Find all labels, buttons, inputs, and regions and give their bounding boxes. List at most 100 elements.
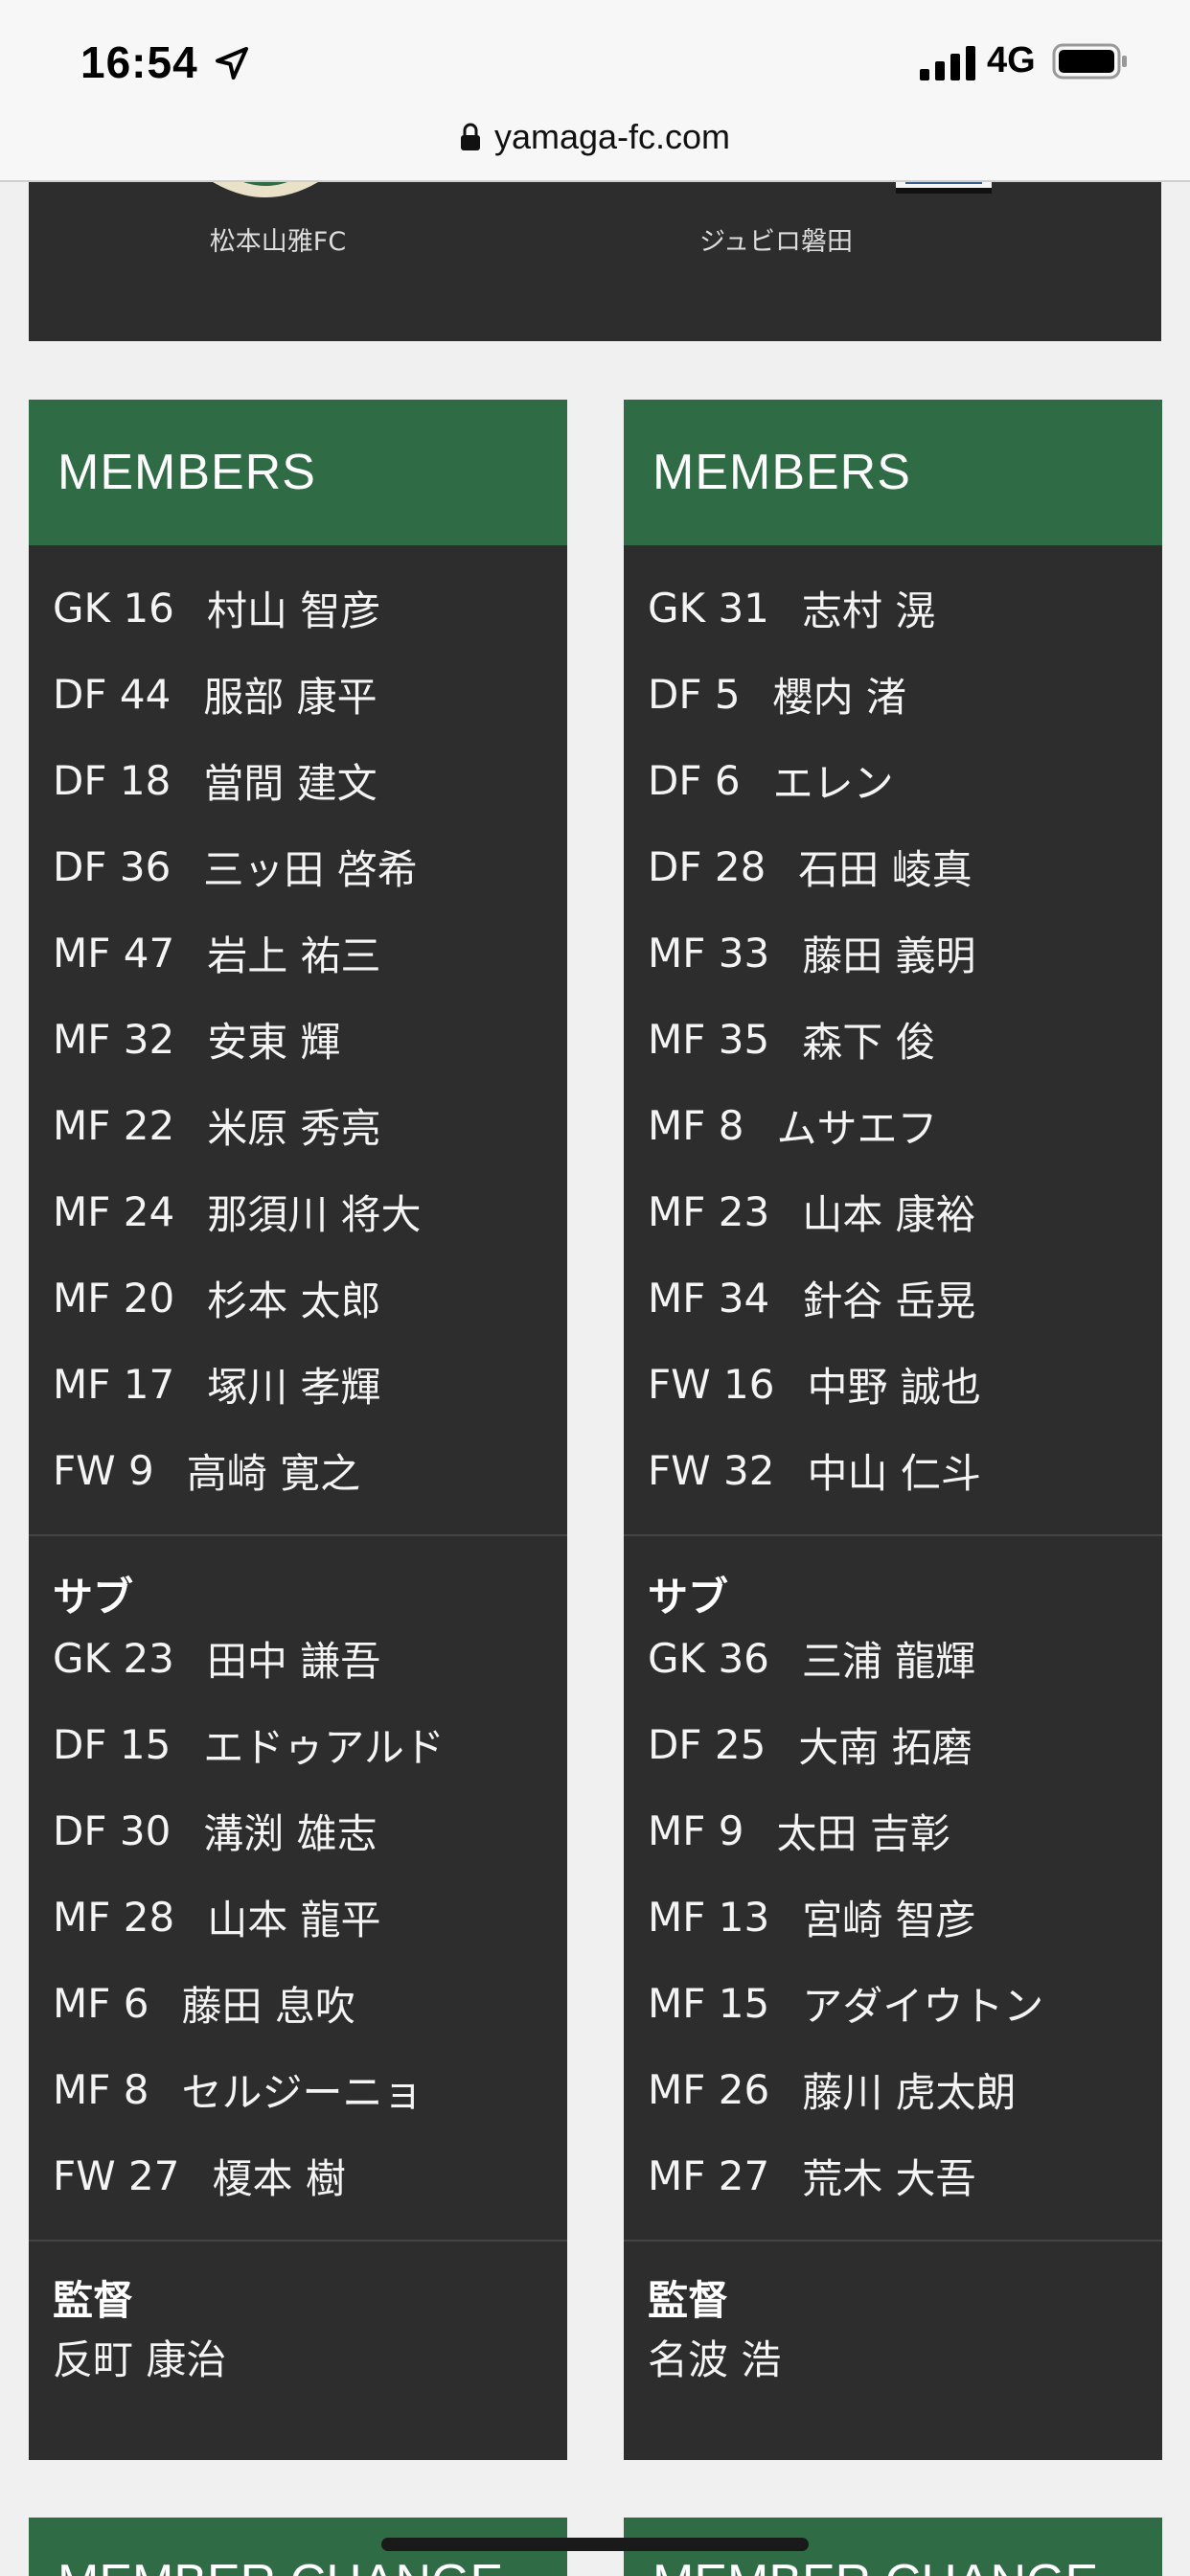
player-name: 藤田 義明 bbox=[802, 932, 976, 979]
player-position: DF 5 bbox=[648, 670, 741, 718]
player-position: MF 28 bbox=[53, 1893, 175, 1941]
away-coach-heading: 監督 bbox=[648, 2277, 729, 2324]
away-team-name: ジュビロ磐田 bbox=[698, 227, 854, 257]
home-coach-heading: 監督 bbox=[53, 2277, 134, 2324]
player-name: 溝渕 雄志 bbox=[203, 1809, 378, 1857]
player-position: MF 27 bbox=[648, 2151, 770, 2199]
home-subs-list: GK 23 田中 謙吾 DF 15 エドゥアルド DF 30 溝渕 雄志 MF 28 山… bbox=[29, 1615, 567, 2219]
list-item: DF 36 三ッ田 啓希 bbox=[53, 823, 567, 909]
player-position: MF 33 bbox=[648, 929, 770, 977]
list-item: MF 17 塚川 孝輝 bbox=[53, 1341, 567, 1427]
player-position: MF 15 bbox=[648, 1979, 770, 2027]
player-name: 大南 拓磨 bbox=[798, 1723, 973, 1771]
player-name: 三浦 龍輝 bbox=[801, 1637, 976, 1685]
player-position: GK 16 bbox=[53, 584, 174, 632]
away-subs-heading: サブ bbox=[648, 1574, 729, 1621]
list-item: DF 25 大南 拓磨 bbox=[648, 1701, 1162, 1787]
player-name: 杉本 太郎 bbox=[207, 1276, 381, 1324]
player-position: MF 8 bbox=[53, 2065, 149, 2113]
player-name: 塚川 孝輝 bbox=[207, 1363, 381, 1411]
browser-top-bar: 16:54 4G yamaga-fc.com bbox=[0, 0, 1190, 182]
player-name: 當間 建文 bbox=[203, 759, 378, 807]
player-position: MF 17 bbox=[53, 1360, 175, 1408]
list-item: MF 22 米原 秀亮 bbox=[53, 1082, 567, 1168]
list-item: DF 5 櫻内 渚 bbox=[648, 651, 1162, 737]
location-arrow-icon bbox=[216, 47, 248, 80]
player-position: GK 23 bbox=[53, 1634, 174, 1682]
player-name: エレン bbox=[772, 759, 894, 807]
away-starters-list: GK 31 志村 滉 DF 5 櫻内 渚 DF 6 エレン DF 28 石田 崚真 MF… bbox=[624, 545, 1162, 1513]
player-name: 太田 吉彰 bbox=[776, 1809, 950, 1857]
player-position: GK 36 bbox=[648, 1634, 769, 1682]
player-name: 石田 崚真 bbox=[798, 845, 973, 893]
away-coach-name: 名波 浩 bbox=[648, 2336, 782, 2383]
address-bar[interactable]: yamaga-fc.com bbox=[0, 113, 1190, 161]
list-item: GK 36 三浦 龍輝 bbox=[648, 1615, 1162, 1701]
list-item: MF 27 荒木 大吾 bbox=[648, 2132, 1162, 2219]
list-item: DF 15 エドゥアルド bbox=[53, 1701, 567, 1787]
list-item: MF 47 岩上 祐三 bbox=[53, 909, 567, 996]
list-item: FW 16 中野 誠也 bbox=[648, 1341, 1162, 1427]
list-item: MF 9 太田 吉彰 bbox=[648, 1787, 1162, 1874]
player-position: FW 32 bbox=[648, 1446, 775, 1494]
away-members-title: MEMBERS bbox=[652, 445, 911, 500]
player-name: 山本 康裕 bbox=[802, 1190, 976, 1238]
player-position: MF 8 bbox=[648, 1101, 744, 1149]
player-name: 櫻内 渚 bbox=[772, 673, 906, 721]
battery-icon bbox=[1052, 43, 1127, 80]
player-name: 三ッ田 啓希 bbox=[203, 845, 418, 893]
player-name: 岩上 祐三 bbox=[207, 932, 381, 979]
player-name: 森下 俊 bbox=[802, 1018, 936, 1066]
lock-icon bbox=[460, 123, 480, 150]
list-item: FW 32 中山 仁斗 bbox=[648, 1427, 1162, 1513]
list-item: MF 20 杉本 太郎 bbox=[53, 1254, 567, 1341]
player-name: 山本 龍平 bbox=[207, 1896, 381, 1944]
home-subs-heading: サブ bbox=[53, 1574, 134, 1621]
player-position: DF 18 bbox=[53, 756, 172, 804]
home-team-name: 松本山雅FC bbox=[209, 227, 347, 257]
player-name: 荒木 大吾 bbox=[802, 2154, 976, 2202]
player-name: セルジーニョ bbox=[181, 2068, 423, 2116]
list-item: MF 24 那須川 将大 bbox=[53, 1168, 567, 1254]
player-name: 田中 謙吾 bbox=[206, 1637, 381, 1685]
player-name: エドゥアルド bbox=[203, 1723, 445, 1771]
home-indicator[interactable] bbox=[381, 2538, 809, 2551]
player-name: 高崎 寛之 bbox=[186, 1449, 361, 1497]
player-position: MF 35 bbox=[648, 1015, 770, 1063]
list-item: DF 6 エレン bbox=[648, 737, 1162, 823]
player-position: FW 9 bbox=[53, 1446, 154, 1494]
player-position: DF 25 bbox=[648, 1720, 767, 1768]
list-item: MF 8 ムサエフ bbox=[648, 1082, 1162, 1168]
player-position: MF 47 bbox=[53, 929, 175, 977]
list-item: DF 18 當間 建文 bbox=[53, 737, 567, 823]
away-members-header: MEMBERS bbox=[624, 400, 1162, 545]
player-name: 志村 滉 bbox=[801, 586, 936, 634]
list-item: MF 15 アダイウトン bbox=[648, 1960, 1162, 2046]
player-position: DF 44 bbox=[53, 670, 172, 718]
list-item: GK 16 村山 智彦 bbox=[53, 564, 567, 651]
player-position: MF 34 bbox=[648, 1274, 770, 1322]
player-position: FW 27 bbox=[53, 2151, 180, 2199]
player-name: 中山 仁斗 bbox=[807, 1449, 981, 1497]
list-item: MF 13 宮崎 智彦 bbox=[648, 1874, 1162, 1960]
player-name: 服部 康平 bbox=[203, 673, 378, 721]
list-item: MF 26 藤川 虎太朗 bbox=[648, 2046, 1162, 2132]
player-name: 宮崎 智彦 bbox=[802, 1896, 976, 1944]
status-time: 16:54 bbox=[80, 37, 198, 87]
home-member-change-title: MEMBER CHANGE bbox=[57, 2554, 503, 2576]
player-position: DF 28 bbox=[648, 842, 767, 890]
home-coach-name: 反町 康治 bbox=[53, 2336, 227, 2383]
player-position: DF 6 bbox=[648, 756, 741, 804]
list-item: FW 9 高崎 寛之 bbox=[53, 1427, 567, 1513]
player-name: 中野 誠也 bbox=[807, 1363, 981, 1411]
player-position: DF 30 bbox=[53, 1806, 172, 1854]
home-members-header: MEMBERS bbox=[29, 400, 567, 545]
player-name: ムサエフ bbox=[776, 1104, 938, 1152]
player-position: MF 9 bbox=[648, 1806, 744, 1854]
player-position: MF 20 bbox=[53, 1274, 175, 1322]
player-name: 那須川 将大 bbox=[207, 1190, 422, 1238]
list-item: MF 32 安東 輝 bbox=[53, 996, 567, 1082]
player-name: 藤川 虎太朗 bbox=[802, 2068, 1017, 2116]
cell-signal-icon bbox=[920, 46, 975, 80]
player-position: MF 23 bbox=[648, 1187, 770, 1235]
